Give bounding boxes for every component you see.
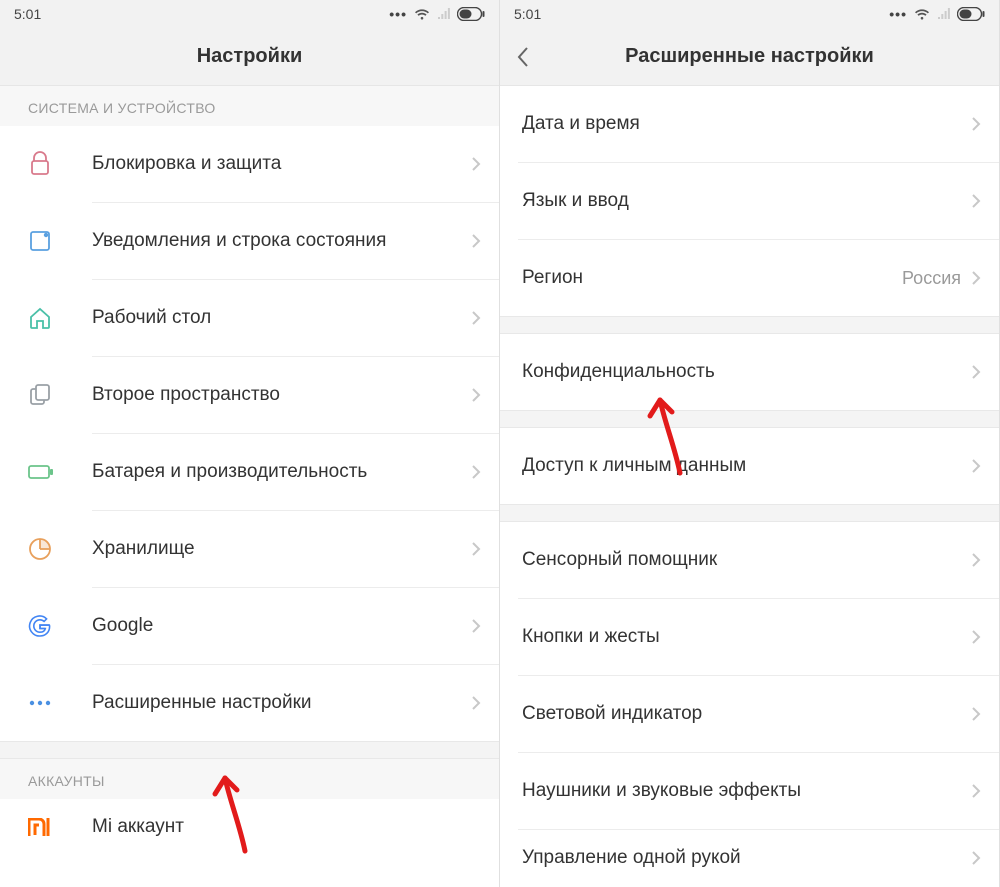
status-bar: 5:01 ••• [500,0,999,28]
chevron-right-icon [971,193,981,209]
chevron-right-icon [471,541,481,557]
row-label: Наушники и звуковые эффекты [522,778,971,804]
google-icon [28,614,68,638]
row-label: Хранилище [92,536,471,562]
chevron-right-icon [971,116,981,132]
screen-settings: 5:01 ••• Настройки СИСТЕМА И УСТРОЙСТВО … [0,0,500,887]
row-notifications[interactable]: Уведомления и строка состояния [0,203,499,279]
chevron-right-icon [971,270,981,286]
row-region[interactable]: Регион Россия [500,240,999,316]
row-label: Mi аккаунт [92,814,481,840]
row-one-hand[interactable]: Управление одной рукой [500,830,999,886]
row-label: Управление одной рукой [522,845,971,871]
chevron-right-icon [971,552,981,568]
status-right: ••• [389,6,485,22]
page-title: Настройки [197,45,303,68]
row-label: Дата и время [522,111,971,137]
row-label: Сенсорный помощник [522,547,971,573]
row-label: Световой индикатор [522,701,971,727]
row-personal-data[interactable]: Доступ к личным данным [500,428,999,504]
row-label: Кнопки и жесты [522,624,971,650]
row-privacy[interactable]: Конфиденциальность [500,334,999,410]
wifi-icon [413,7,431,21]
mi-icon [28,818,68,836]
chevron-right-icon [471,387,481,403]
row-second-space[interactable]: Второе пространство [0,357,499,433]
section-system: СИСТЕМА И УСТРОЙСТВО [0,86,499,126]
page-title: Расширенные настройки [625,45,874,68]
signal-icon [437,8,451,20]
wifi-icon [913,7,931,21]
row-google[interactable]: Google [0,588,499,664]
more-icon: ••• [389,6,407,22]
more-icon: ••• [889,6,907,22]
row-battery[interactable]: Батарея и производительность [0,434,499,510]
lock-icon [28,151,68,177]
row-label: Расширенные настройки [92,690,471,716]
notification-icon [28,229,68,253]
more-horizontal-icon [28,700,68,706]
row-value: Россия [902,268,961,289]
status-right: ••• [889,6,985,22]
row-accessibility[interactable]: Сенсорный помощник [500,522,999,598]
row-label: Уведомления и строка состояния [92,228,471,254]
row-label: Google [92,613,471,639]
row-led[interactable]: Световой индикатор [500,676,999,752]
chevron-right-icon [971,629,981,645]
chevron-right-icon [971,364,981,380]
status-time: 5:01 [14,6,41,22]
section-accounts: АККАУНТЫ [0,759,499,799]
chevron-right-icon [471,464,481,480]
row-date-time[interactable]: Дата и время [500,86,999,162]
status-bar: 5:01 ••• [0,0,499,28]
row-label: Батарея и производительность [92,459,471,485]
row-lock-protection[interactable]: Блокировка и защита [0,126,499,202]
chevron-right-icon [971,706,981,722]
back-button[interactable] [516,28,530,85]
row-headphones[interactable]: Наушники и звуковые эффекты [500,753,999,829]
row-language[interactable]: Язык и ввод [500,163,999,239]
screen-additional-settings: 5:01 ••• Расширенные настройки Дата и вр… [500,0,1000,887]
chevron-right-icon [471,618,481,634]
chevron-right-icon [971,458,981,474]
chevron-right-icon [971,850,981,866]
header: Расширенные настройки [500,28,999,86]
row-home-screen[interactable]: Рабочий стол [0,280,499,356]
settings-list[interactable]: СИСТЕМА И УСТРОЙСТВО Блокировка и защита… [0,86,499,887]
battery-icon [957,7,985,21]
signal-icon [937,8,951,20]
header: Настройки [0,28,499,86]
row-label: Доступ к личным данным [522,453,971,479]
home-icon [28,306,68,330]
row-label: Рабочий стол [92,305,471,331]
row-additional-settings[interactable]: Расширенные настройки [0,665,499,741]
row-mi-account[interactable]: Mi аккаунт [0,799,499,855]
copy-icon [28,383,68,407]
chevron-right-icon [471,695,481,711]
battery-perf-icon [28,463,68,481]
battery-icon [457,7,485,21]
row-label: Конфиденциальность [522,359,971,385]
chevron-right-icon [471,310,481,326]
row-buttons-gestures[interactable]: Кнопки и жесты [500,599,999,675]
row-storage[interactable]: Хранилище [0,511,499,587]
row-label: Блокировка и защита [92,151,471,177]
row-label: Второе пространство [92,382,471,408]
chevron-right-icon [971,783,981,799]
storage-icon [28,537,68,561]
row-label: Язык и ввод [522,188,971,214]
status-time: 5:01 [514,6,541,22]
row-label: Регион [522,265,902,291]
settings-list[interactable]: Дата и время Язык и ввод Регион Россия К… [500,86,999,887]
chevron-right-icon [471,156,481,172]
chevron-right-icon [471,233,481,249]
